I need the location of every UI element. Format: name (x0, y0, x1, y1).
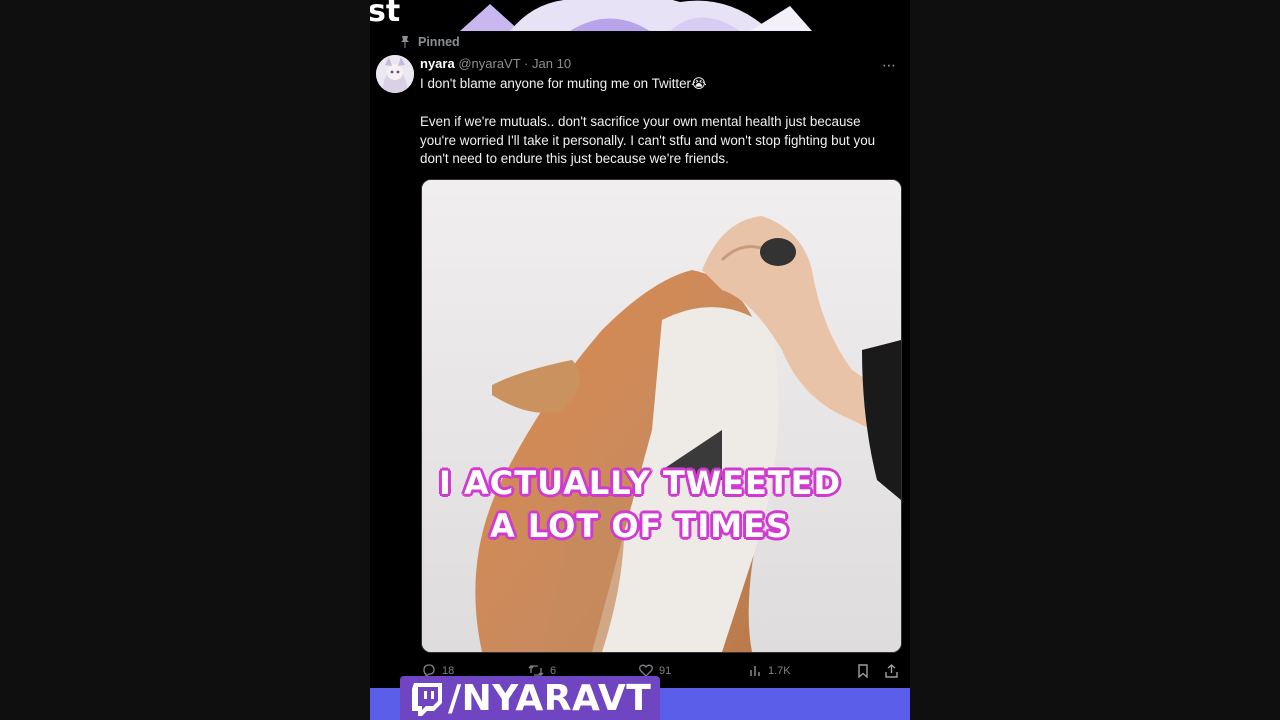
tweet-header: nyara @nyaraVT · Jan 10 (420, 56, 571, 71)
share-icon (885, 664, 898, 678)
author-handle[interactable]: @nyaraVT (458, 56, 520, 71)
repost-count: 6 (550, 664, 557, 677)
stream-video-frame: st Pinned nyara @nyaraVT · Jan 10 ⋯ I do… (370, 0, 910, 720)
bookmark-icon (858, 664, 868, 678)
pinned-indicator: Pinned (400, 35, 460, 49)
author-name[interactable]: nyara (420, 56, 455, 71)
caption-line1: I ACTUALLY TWEETED (438, 464, 842, 502)
author-avatar[interactable] (376, 55, 414, 93)
twitch-handle-banner: /NYARAVT (410, 678, 651, 719)
pin-icon (401, 36, 409, 48)
share-button[interactable] (885, 664, 898, 678)
view-count: 1.7K (768, 664, 791, 677)
right-letterbox (910, 0, 1280, 720)
twitch-handle-text: /NYARAVT (448, 678, 652, 719)
tweet-date[interactable]: Jan 10 (532, 56, 571, 71)
vtuber-avatar-top (460, 0, 812, 31)
subtitle-caption: I ACTUALLY TWEETED A LOT OF TIMES (370, 462, 910, 548)
tweet-text-line1: I don't blame anyone for muting me on Tw… (420, 76, 707, 91)
more-options-icon[interactable]: ⋯ (882, 57, 897, 74)
tweet-text-paragraph: Even if we're mutuals.. don't sacrifice … (420, 114, 876, 166)
header-separator: · (524, 56, 529, 71)
like-count: 91 (659, 664, 672, 677)
reply-count: 18 (442, 664, 455, 677)
bookmark-button[interactable] (857, 664, 869, 678)
left-letterbox (0, 0, 370, 720)
views-button[interactable]: 1.7K (749, 664, 791, 677)
top-overlay-strip: st (370, 0, 910, 31)
twitch-icon (412, 682, 442, 716)
caption-line2: A LOT OF TIMES (489, 507, 790, 545)
pinned-label: Pinned (418, 35, 460, 49)
analytics-icon (750, 666, 760, 676)
tweet-media-image[interactable] (421, 179, 902, 653)
overlay-partial-text: st (370, 0, 401, 29)
fox-photo (422, 180, 901, 652)
